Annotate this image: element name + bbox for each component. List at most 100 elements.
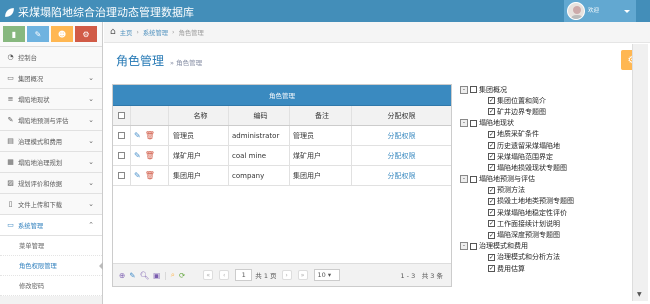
tree-checkbox[interactable] (470, 242, 477, 250)
trash-icon[interactable]: 🗑︎ (145, 131, 155, 140)
trash-icon[interactable]: 🗑︎ (145, 171, 155, 180)
tree-node[interactable]: - 塌陷地现状 (458, 118, 630, 129)
column-header-code[interactable]: 编码 (228, 106, 289, 125)
breadcrumb-separator: › (136, 28, 139, 36)
edit-icon: ✎ (7, 116, 14, 124)
submenu-item-role-permission[interactable]: 角色权限管理 (0, 256, 103, 276)
collapse-toggle[interactable]: - (460, 119, 468, 128)
table-row[interactable]: ✎ 🗑︎ 煤矿用户 coal mine 煤矿用户 分配权限 (113, 146, 451, 166)
trash-icon[interactable]: 🗑︎ (145, 151, 155, 160)
separator: | (164, 270, 167, 280)
column-header-permission[interactable]: 分配权限 (351, 106, 451, 125)
tree-checkbox[interactable] (470, 119, 477, 127)
column-header-remark[interactable]: 备注 (289, 106, 351, 125)
sidebar-item-prediction[interactable]: ✎ 塌陷地预测与评估 ⌄ (0, 110, 102, 131)
tree-node[interactable]: - 塌陷地预测与评估 (458, 174, 630, 185)
tree-node[interactable]: - 治理模式和费用 (458, 241, 630, 252)
pencil-icon[interactable]: ✎ (134, 151, 141, 160)
tree-child-node[interactable]: ✓ 集团位置和简介 (458, 95, 630, 106)
shortcut-button-pencil[interactable]: ✎ (27, 26, 49, 42)
tree-child-node[interactable]: ✓ 费用估算 (458, 263, 630, 274)
collapse-toggle[interactable]: - (460, 175, 468, 184)
prev-page-button[interactable]: ‹ (219, 270, 230, 280)
collapse-toggle[interactable]: - (460, 242, 468, 251)
table-row[interactable]: ✎ 🗑︎ 集团用户 company 集团用户 分配权限 (113, 166, 451, 186)
checked-checkbox-icon[interactable]: ✓ (488, 209, 495, 217)
assign-permission-link[interactable]: 分配权限 (388, 171, 416, 181)
breadcrumb-section-link[interactable]: 系统管理 (143, 28, 168, 37)
tree-child-node[interactable]: ✓ 塌陷地损毁现状专题图 (458, 162, 630, 173)
tree-child-node[interactable]: ✓ 地质采矿条件 (458, 129, 630, 140)
checked-checkbox-icon[interactable]: ✓ (488, 231, 495, 239)
search-icon[interactable]: 🔍︎ (140, 271, 150, 280)
checked-checkbox-icon[interactable]: ✓ (488, 153, 495, 161)
sidebar-item-files[interactable]: ▯ 文件上传和下载 ⌄ (0, 194, 102, 215)
tree-checkbox[interactable] (470, 175, 477, 183)
submenu-item-change-password[interactable]: 修改密码 (0, 276, 102, 296)
checked-checkbox-icon[interactable]: ✓ (488, 220, 495, 228)
page-number-input[interactable]: 1 (235, 269, 253, 281)
collapse-toggle[interactable]: - (460, 85, 468, 94)
sidebar-item-system[interactable]: ▭ 系统管理 ⌃ (0, 215, 102, 236)
double-angle-right-icon: » (170, 59, 174, 67)
add-icon[interactable]: ⊕ (119, 271, 125, 280)
row-checkbox[interactable] (118, 152, 125, 159)
app-brand[interactable]: 采煤塌陷地综合治理动态管理数据库 (4, 4, 194, 20)
vertical-scrollbar[interactable]: ▼ (632, 44, 648, 301)
submenu-item-menu-management[interactable]: 菜单管理 (0, 236, 102, 256)
checked-checkbox-icon[interactable]: ✓ (488, 130, 495, 138)
tree-child-node[interactable]: ✓ 工作面接续计划说明 (458, 218, 630, 229)
tree-child-node[interactable]: ✓ 塌陷深度预测专题图 (458, 229, 630, 240)
pencil-icon[interactable]: ✎ (134, 131, 141, 140)
row-checkbox[interactable] (118, 172, 125, 179)
sidebar-item-subsidence-status[interactable]: ≡ 塌陷地现状 ⌄ (0, 89, 102, 110)
checked-checkbox-icon[interactable]: ✓ (488, 97, 495, 105)
breadcrumb-home-link[interactable]: 主页 (120, 28, 133, 37)
tree-child-node[interactable]: ✓ 矿井边界专题图 (458, 106, 630, 117)
checked-checkbox-icon[interactable]: ✓ (488, 253, 495, 261)
checked-checkbox-icon[interactable]: ✓ (488, 164, 495, 172)
refresh-icon[interactable]: ⟳ (179, 271, 185, 280)
tree-node[interactable]: - 集团概况 (458, 84, 630, 95)
sidebar-item-planning[interactable]: ▦ 塌陷地治理规划 ⌄ (0, 152, 102, 173)
sidebar-shortcuts: ▮ ✎ ☻ ⚙ (0, 22, 102, 47)
checked-checkbox-icon[interactable]: ✓ (488, 142, 495, 150)
tree-child-node[interactable]: ✓ 采煤塌陷范围界定 (458, 151, 630, 162)
checked-checkbox-icon[interactable]: ✓ (488, 197, 495, 205)
tree-node-label: 塌陷地损毁现状专题图 (497, 163, 567, 172)
page-size-select[interactable]: 10 ▾ (313, 269, 340, 281)
shortcut-button-signal[interactable]: ▮ (3, 26, 25, 42)
column-header-name[interactable]: 名称 (168, 106, 228, 125)
shortcut-button-cogs[interactable]: ⚙ (75, 26, 97, 42)
assign-permission-link[interactable]: 分配权限 (388, 151, 416, 161)
sidebar-item-group-overview[interactable]: ▭ 集团概况 ⌄ (0, 68, 102, 89)
tree-child-node[interactable]: ✓ 历史遗留采煤塌陷地 (458, 140, 630, 151)
sidebar-item-console[interactable]: ◔ 控制台 (0, 47, 102, 68)
row-checkbox[interactable] (118, 132, 125, 139)
search-icon[interactable]: ⌕ (171, 270, 175, 280)
select-all-checkbox[interactable] (118, 112, 125, 119)
user-menu[interactable]: 欢迎 (564, 0, 636, 22)
list-alt-icon: ▤ (7, 137, 14, 145)
checked-checkbox-icon[interactable]: ✓ (488, 265, 495, 273)
tree-child-node[interactable]: ✓ 损毁土地地类预测专题图 (458, 196, 630, 207)
pencil-icon[interactable]: ✎ (129, 271, 135, 280)
next-page-button[interactable]: › (281, 270, 292, 280)
checked-checkbox-icon[interactable]: ✓ (488, 186, 495, 194)
pencil-icon[interactable]: ✎ (134, 171, 141, 180)
tree-child-node[interactable]: ✓ 预测方法 (458, 185, 630, 196)
assign-permission-link[interactable]: 分配权限 (388, 131, 416, 141)
sidebar-item-governance-cost[interactable]: ▤ 治理模式和费用 ⌄ (0, 131, 102, 152)
table-row[interactable]: ✎ 🗑︎ 管理员 administrator 管理员 分配权限 (113, 126, 451, 146)
tree-child-node[interactable]: ✓ 治理模式和分析方法 (458, 252, 630, 263)
first-page-button[interactable]: « (203, 270, 214, 280)
view-icon[interactable]: ▣ (153, 271, 160, 280)
checked-checkbox-icon[interactable]: ✓ (488, 108, 495, 116)
scroll-down-icon[interactable]: ▼ (637, 291, 642, 298)
sidebar-item-evaluation[interactable]: ▨ 规划评价和依据 ⌄ (0, 173, 102, 194)
last-page-button[interactable]: » (297, 270, 308, 280)
tree-child-node[interactable]: ✓ 采煤塌陷地稳定性评价 (458, 207, 630, 218)
shortcut-button-group[interactable]: ☻ (51, 26, 73, 42)
tree-checkbox[interactable] (470, 86, 477, 94)
tachometer-icon: ◔ (7, 53, 14, 61)
